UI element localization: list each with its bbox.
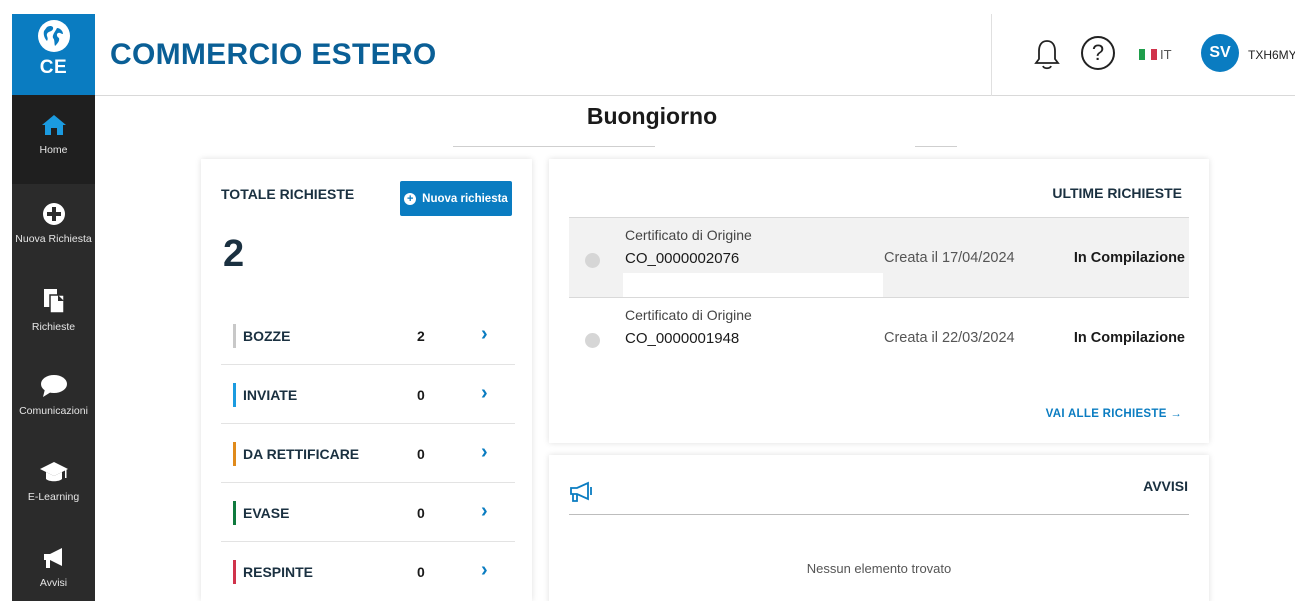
sidebar-item-richieste[interactable]: Richieste	[12, 270, 95, 356]
request-row[interactable]: Certificato di Origine CO_0000001948 Cre…	[569, 297, 1189, 377]
status-label: EVASE	[243, 505, 290, 521]
chevron-right-icon[interactable]: ›	[481, 500, 488, 523]
logo-label: CE	[39, 57, 68, 78]
divider	[569, 514, 1189, 515]
status-color-bar	[233, 442, 236, 466]
help-icon[interactable]: ?	[1081, 36, 1115, 70]
plus-circle-icon: +	[404, 192, 417, 205]
totale-richieste-card: TOTALE RICHIESTE + Nuova richiesta 2 BOZ…	[201, 159, 532, 601]
status-row-respinte[interactable]: RESPINTE 0 ›	[221, 542, 515, 601]
home-icon	[41, 115, 66, 135]
status-color-bar	[233, 383, 236, 407]
status-row-bozze[interactable]: BOZZE 2 ›	[221, 306, 515, 365]
divider	[915, 146, 957, 147]
avvisi-card: AVVISI Nessun elemento trovato	[549, 455, 1209, 601]
sidebar: CE Home Nuova Richiesta Richieste Comuni…	[12, 14, 95, 601]
totale-richieste-count: 2	[223, 233, 245, 275]
status-color-bar	[233, 560, 236, 584]
avatar[interactable]: SV	[1201, 34, 1239, 72]
status-count: 0	[417, 387, 425, 403]
nuova-richiesta-button[interactable]: + Nuova richiesta	[400, 181, 512, 216]
sidebar-item-avvisi[interactable]: Avvisi	[12, 528, 95, 601]
status-row-da-rettificare[interactable]: DA RETTIFICARE 0 ›	[221, 424, 515, 483]
ultime-richieste-title: ULTIME RICHIESTE	[1052, 185, 1182, 201]
vai-alle-richieste-link[interactable]: VAI ALLE RICHIESTE →	[1046, 408, 1182, 420]
request-date: Creata il 22/03/2024	[884, 330, 1015, 346]
status-count: 2	[417, 328, 425, 344]
chevron-right-icon[interactable]: ›	[481, 323, 488, 346]
chevron-right-icon[interactable]: ›	[481, 441, 488, 464]
status-dot-icon	[585, 333, 600, 348]
documents-icon	[43, 289, 65, 314]
sidebar-item-home[interactable]: Home	[12, 95, 95, 184]
totale-richieste-title: TOTALE RICHIESTE	[221, 186, 355, 202]
sidebar-item-comunicazioni[interactable]: Comunicazioni	[12, 356, 95, 442]
chevron-right-icon[interactable]: ›	[481, 382, 488, 405]
sidebar-item-nuova-richiesta[interactable]: Nuova Richiesta	[12, 184, 95, 270]
status-color-bar	[233, 324, 236, 348]
header-divider	[991, 14, 992, 96]
status-color-bar	[233, 501, 236, 525]
request-status: In Compilazione	[1073, 250, 1185, 266]
request-row[interactable]: Certificato di Origine CO_0000002076 Cre…	[569, 217, 1189, 297]
sidebar-item-label: Nuova Richiesta	[15, 233, 92, 245]
status-row-evase[interactable]: EVASE 0 ›	[221, 483, 515, 542]
request-date: Creata il 17/04/2024	[884, 250, 1015, 266]
bell-icon[interactable]	[1033, 38, 1061, 75]
divider	[453, 146, 655, 147]
sidebar-item-label: Richieste	[31, 321, 76, 333]
request-code: CO_0000002076	[625, 250, 740, 267]
avvisi-title: AVVISI	[1143, 478, 1188, 494]
sidebar-item-label: Home	[39, 144, 68, 156]
graduation-cap-icon	[39, 462, 68, 482]
megaphone-icon	[43, 548, 62, 568]
plus-circle-icon	[42, 203, 65, 225]
language-selector[interactable]: IT	[1139, 47, 1172, 62]
chat-bubble-icon	[40, 375, 67, 397]
empty-state-text: Nessun elemento trovato	[806, 561, 952, 576]
chevron-right-icon[interactable]: ›	[481, 559, 488, 582]
status-count: 0	[417, 505, 425, 521]
status-row-inviate[interactable]: INVIATE 0 ›	[221, 365, 515, 424]
sidebar-item-e-learning[interactable]: E-Learning	[12, 442, 95, 528]
request-type: Certificato di Origine	[625, 227, 752, 243]
ultime-richieste-card: ULTIME RICHIESTE Certificato di Origine …	[549, 159, 1209, 443]
sidebar-item-label: Comunicazioni	[19, 405, 88, 417]
user-code[interactable]: TXH6MY	[1248, 48, 1295, 62]
app-logo[interactable]: CE	[12, 14, 95, 95]
greeting-heading: Buongiorno	[586, 103, 718, 129]
language-label: IT	[1160, 47, 1172, 62]
status-label: RESPINTE	[243, 564, 314, 580]
status-dot-icon	[585, 253, 600, 268]
top-header: COMMERCIO ESTERO ? IT SV TXH6MY	[95, 14, 1295, 96]
status-label: DA RETTIFICARE	[243, 446, 360, 462]
row-highlight-gap	[623, 273, 883, 297]
globe-icon	[37, 20, 70, 52]
italy-flag-icon	[1139, 49, 1157, 60]
app-title: COMMERCIO ESTERO	[110, 38, 437, 71]
status-label: INVIATE	[243, 387, 298, 403]
request-code: CO_0000001948	[625, 330, 740, 347]
request-status: In Compilazione	[1073, 330, 1185, 346]
nuova-richiesta-label: Nuova richiesta	[422, 192, 508, 205]
status-label: BOZZE	[243, 328, 291, 344]
status-count: 0	[417, 564, 425, 580]
status-count: 0	[417, 446, 425, 462]
sidebar-item-label: E-Learning	[27, 491, 80, 503]
sidebar-item-label: Avvisi	[39, 577, 68, 589]
request-type: Certificato di Origine	[625, 307, 752, 323]
megaphone-icon	[569, 481, 595, 508]
